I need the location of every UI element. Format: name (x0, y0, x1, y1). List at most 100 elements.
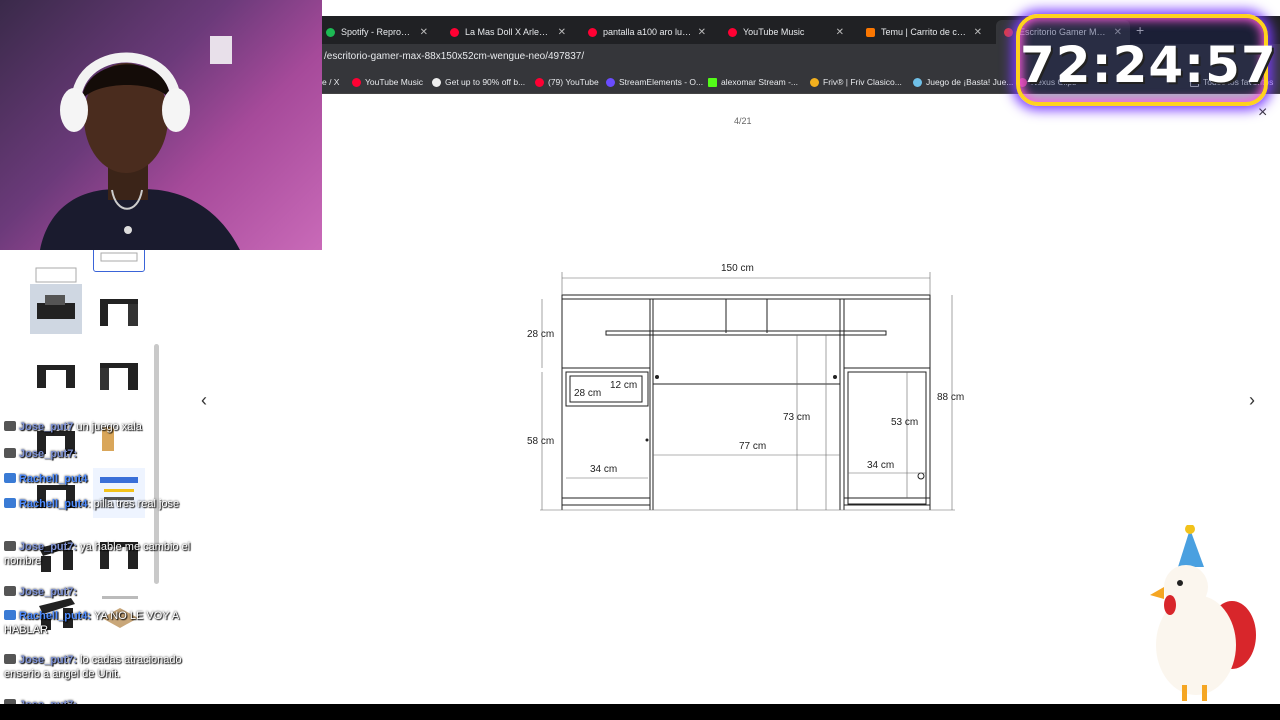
dim-top-height-label: 28 cm (527, 329, 554, 340)
tab-title: Spotify - Reproductor web (341, 27, 414, 37)
chat-message: Rachell_put4: YA NO LE VOY A HABLAR (4, 609, 219, 637)
image-counter: 4/21 (734, 116, 752, 126)
tab-spotify[interactable]: Spotify - Reproductor web ✕ (318, 20, 436, 44)
temu-icon (866, 27, 875, 37)
stream-timer: 72:24:57 (1016, 14, 1277, 106)
user-badge-icon (4, 586, 16, 596)
desk-dimension-diagram: 150 cm 28 cm 88 cm 28 cm 12 cm 73 cm 58 … (527, 263, 964, 511)
user-badge-icon (4, 421, 16, 431)
next-image-icon[interactable]: › (1249, 390, 1255, 411)
chat-username: Rachell_put4: (19, 610, 92, 622)
dim-width-label: 150 cm (721, 263, 754, 274)
user-badge-icon (4, 610, 16, 620)
bookmark-humble[interactable]: Get up to 90% off b... (432, 77, 525, 87)
user-badge-icon (4, 473, 16, 483)
chat-username: Rachell_put4 (19, 473, 88, 485)
chat-message: Jose_put7: (4, 585, 219, 599)
bookmark-basta[interactable]: Juego de ¡Basta! Jue... (913, 77, 1013, 87)
tab-youtube-pantalla[interactable]: pantalla a100 aro luz blan ✕ (580, 20, 714, 44)
chat-username: Jose_put7: (19, 448, 78, 460)
chat-text: : pilla tres real jose (87, 498, 180, 510)
tab-title: La Mas Doll X Arlene MC (465, 27, 552, 37)
humble-icon (432, 77, 441, 87)
bookmark-youtube-music[interactable]: YouTube Music (352, 77, 423, 87)
youtube-music-icon (728, 27, 737, 37)
tab-title: Temu | Carrito de compra (881, 27, 968, 37)
chat-username: Jose_put7: (19, 654, 78, 666)
bookmark-label: StreamElements - O... (619, 77, 704, 87)
tab-youtube-music[interactable]: YouTube Music ✕ (720, 20, 852, 44)
dim-total-height-label: 88 cm (937, 392, 964, 403)
close-tab-icon[interactable]: ✕ (974, 27, 982, 38)
wall-outlet (210, 36, 232, 64)
spotify-icon (326, 27, 335, 37)
dim-left-depth-label: 34 cm (590, 464, 617, 475)
bookmark-label: alexomar Stream -... (721, 77, 798, 87)
chat-message: Jose_put7: lo cadas atracionado enserio … (4, 653, 219, 681)
chat-username: Jose_put7 (19, 421, 74, 433)
bookmark-label: (79) YouTube (548, 77, 599, 87)
chat-message: Rachell_put4: pilla tres real jose (4, 497, 219, 511)
close-tab-icon[interactable]: ✕ (698, 27, 706, 38)
chat-text: un juego xala (73, 421, 142, 433)
dim-inner-height-label: 73 cm (783, 412, 810, 423)
chat-message: Jose_put7: (4, 447, 219, 461)
thumbnail[interactable] (30, 284, 82, 334)
user-badge-icon (4, 498, 16, 508)
tab-title: YouTube Music (743, 27, 805, 37)
user-badge-icon (4, 541, 16, 551)
dim-center-width-label: 77 cm (739, 441, 766, 452)
kick-icon (708, 77, 717, 87)
globe-icon (913, 77, 922, 87)
dim-right-height-label: 53 cm (891, 417, 918, 428)
dim-lower-height-label: 58 cm (527, 436, 554, 447)
youtube-icon (450, 27, 459, 37)
bookmark-youtube[interactable]: (79) YouTube (535, 77, 599, 87)
chat-message: Jose_put7 un juego xala (4, 420, 219, 434)
youtube-icon (588, 27, 597, 37)
chat-message: Rachell_put4 (4, 472, 219, 486)
bookmark-friv[interactable]: Friv® | Friv Clasico... (810, 77, 902, 87)
rooster-mascot (1150, 525, 1256, 701)
dim-right-depth-label: 34 cm (867, 460, 894, 471)
store-icon (1004, 27, 1013, 37)
stream-chat-overlay: Jose_put7 un juego xala Jose_put7: Rache… (4, 420, 224, 720)
timer-value: 72:24:57 (1020, 36, 1277, 94)
youtube-icon (535, 77, 544, 87)
streamelements-icon (606, 77, 615, 87)
bookmark-label: Friv® | Friv Clasico... (823, 77, 902, 87)
thumbnail[interactable] (93, 284, 145, 334)
user-badge-icon (4, 654, 16, 664)
close-tab-icon[interactable]: ✕ (836, 27, 844, 38)
webcam-feed (0, 0, 322, 250)
dim-drawer-height-label: 12 cm (610, 380, 637, 391)
tab-temu[interactable]: Temu | Carrito de compra ✕ (858, 20, 990, 44)
chat-username: Jose_put7: (19, 541, 78, 553)
bookmark-kick[interactable]: alexomar Stream -... (708, 77, 798, 87)
user-badge-icon (4, 448, 16, 458)
thumbnail[interactable] (93, 348, 145, 398)
bookmark-label: Get up to 90% off b... (445, 77, 526, 87)
party-hat (1178, 529, 1204, 567)
bookmark-x[interactable]: e / X (322, 77, 339, 87)
bookmark-label: YouTube Music (365, 77, 423, 87)
bookmark-label: Juego de ¡Basta! Jue... (926, 77, 1014, 87)
bookmark-label: e / X (322, 77, 340, 87)
desk-top (561, 294, 931, 300)
chat-message: Jose_put7: ya hable me cambio el nombre (4, 540, 219, 568)
thumbnail[interactable] (30, 348, 82, 398)
chat-username: Jose_put7: (19, 586, 78, 598)
close-tab-icon[interactable]: ✕ (420, 27, 428, 38)
tab-youtube-song[interactable]: La Mas Doll X Arlene MC ✕ (442, 20, 574, 44)
close-viewer-icon[interactable]: × (1258, 104, 1267, 122)
friv-icon (810, 77, 819, 87)
youtube-music-icon (352, 77, 361, 87)
dim-drawer-width-label: 28 cm (574, 388, 601, 399)
bookmark-streamelements[interactable]: StreamElements - O... (606, 77, 703, 87)
close-tab-icon[interactable]: ✕ (558, 27, 566, 38)
tab-title: pantalla a100 aro luz blan (603, 27, 692, 37)
bottom-black-bar (0, 704, 1280, 720)
url-text[interactable]: /escritorio-gamer-max-88x150x52cm-wengue… (324, 51, 584, 62)
prev-image-icon[interactable]: ‹ (201, 390, 207, 411)
chat-username: Rachell_put4 (19, 498, 88, 510)
